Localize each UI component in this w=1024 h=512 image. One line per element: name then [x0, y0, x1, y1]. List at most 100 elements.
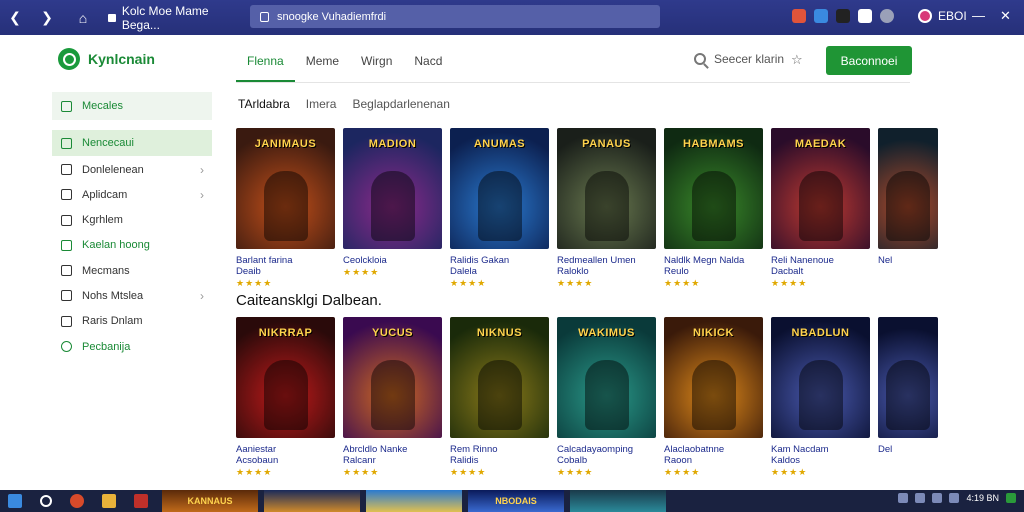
- game-cover-image[interactable]: PANAUS: [557, 128, 656, 249]
- sidebar-item-5[interactable]: Kgrhlem: [52, 208, 212, 233]
- game-cover-image[interactable]: WAKIMUS: [557, 317, 656, 438]
- browser-app-icon[interactable]: [70, 494, 84, 508]
- search-icon[interactable]: [40, 495, 52, 507]
- start-icon[interactable]: [8, 494, 22, 508]
- game-title[interactable]: Ceolckloia: [343, 255, 442, 266]
- lock-icon: [260, 11, 269, 22]
- game-title[interactable]: Nel: [878, 255, 938, 266]
- game-title[interactable]: Del: [878, 444, 938, 455]
- minimize-icon[interactable]: —: [972, 8, 985, 23]
- store-app-icon[interactable]: [134, 494, 148, 508]
- game-card[interactable]: MAEDAK Reli Nanenoue Dacbalt ★★★★: [771, 128, 870, 289]
- game-title[interactable]: Calcadayaomping: [557, 444, 656, 455]
- game-cover-image[interactable]: ANUMAS: [450, 128, 549, 249]
- game-cover-image[interactable]: YUCUS: [343, 317, 442, 438]
- address-bar[interactable]: snoogke Vuhadiemfrdi: [250, 5, 660, 28]
- game-cover-image[interactable]: HABMAMS: [664, 128, 763, 249]
- game-cover-image[interactable]: JANIMAUS: [236, 128, 335, 249]
- game-title[interactable]: Naldlk Megn Nalda: [664, 255, 763, 266]
- sidebar-item-2[interactable]: Nencecaui: [52, 130, 212, 156]
- system-tray: 4:19 BN: [898, 493, 1016, 503]
- game-cover-image[interactable]: [878, 128, 938, 249]
- game-publisher: Ralidis: [450, 455, 479, 466]
- browser-tab[interactable]: Kolc Moe Mame Bega...: [108, 4, 248, 32]
- subnav-tab-3[interactable]: Beglapdarlenenan: [352, 97, 449, 111]
- extension-icon[interactable]: [814, 9, 828, 23]
- tray-icon[interactable]: [915, 493, 926, 503]
- primary-cta-button[interactable]: Baconnoei: [826, 46, 912, 75]
- game-title[interactable]: Ralidis Gakan: [450, 255, 549, 266]
- extension-icon[interactable]: [858, 9, 872, 23]
- game-card[interactable]: JANIMAUS Barlant farina Deaib ★★★★: [236, 128, 335, 289]
- game-card[interactable]: NIKNUS Rem Rinno Ralidis ★★★★: [450, 317, 549, 478]
- game-title[interactable]: Reli Nanenoue: [771, 255, 870, 266]
- chevron-right-icon: ›: [200, 187, 204, 202]
- sidebar-item-7[interactable]: Mecmans: [52, 258, 212, 283]
- game-row-featured: JANIMAUS Barlant farina Deaib ★★★★ MADION Ceo…: [236, 128, 938, 289]
- volume-icon[interactable]: [949, 493, 960, 503]
- game-card[interactable]: Nel: [878, 128, 938, 289]
- nav-tab-3[interactable]: Wirgn: [350, 48, 403, 82]
- game-card[interactable]: WAKIMUS Calcadayaomping Cobalb ★★★★: [557, 317, 656, 478]
- wifi-icon[interactable]: [932, 493, 943, 503]
- nav-tab-1[interactable]: Flenna: [236, 48, 295, 82]
- game-card[interactable]: Del: [878, 317, 938, 478]
- search-button[interactable]: Seecer klarin: [694, 52, 784, 66]
- game-title[interactable]: Kam Nacdam: [771, 444, 870, 455]
- game-card[interactable]: NBADLUN Kam Nacdam Kaldos ★★★★: [771, 317, 870, 478]
- game-cover-image[interactable]: NIKRRAP: [236, 317, 335, 438]
- extension-icon[interactable]: [836, 9, 850, 23]
- sidebar-item-4[interactable]: Aplidcam ›: [52, 182, 212, 207]
- game-cover-image[interactable]: NIKNUS: [450, 317, 549, 438]
- game-title[interactable]: Rem Rinno: [450, 444, 549, 455]
- extensions: [792, 9, 894, 23]
- game-title[interactable]: Aaniestar: [236, 444, 335, 455]
- game-publisher: Acsobaun: [236, 455, 279, 466]
- taskbar-thumbnail[interactable]: [570, 490, 666, 512]
- forward-icon[interactable]: ❯: [36, 7, 58, 29]
- game-title[interactable]: Redmeallen Umen: [557, 255, 656, 266]
- game-cover-image[interactable]: NIKICK: [664, 317, 763, 438]
- game-title[interactable]: Abrcldlo Nanke: [343, 444, 442, 455]
- sidebar-item-3[interactable]: Donlelenean ›: [52, 157, 212, 182]
- game-card[interactable]: NIKICK Alaclaobatnne Raoon ★★★★: [664, 317, 763, 478]
- extension-icon[interactable]: [880, 9, 894, 23]
- pin-icon[interactable]: ☆: [791, 52, 803, 68]
- subnav-tab-2[interactable]: Imera: [306, 97, 337, 111]
- game-card[interactable]: HABMAMS Naldlk Megn Nalda Reulo ★★★★: [664, 128, 763, 289]
- notification-icon[interactable]: [1006, 493, 1016, 503]
- game-cover-image[interactable]: MAEDAK: [771, 128, 870, 249]
- taskbar-thumbnail[interactable]: [264, 490, 360, 512]
- taskbar-thumbnail[interactable]: [366, 490, 462, 512]
- sidebar-item-1[interactable]: Mecales: [52, 92, 212, 120]
- game-card[interactable]: PANAUS Redmeallen Umen Raloklo ★★★★: [557, 128, 656, 289]
- home-icon[interactable]: ⌂: [72, 7, 94, 29]
- back-icon[interactable]: ❮: [4, 7, 26, 29]
- nav-tab-4[interactable]: Nacd: [403, 48, 453, 82]
- taskbar-thumbnail[interactable]: KANNAUS: [162, 490, 258, 512]
- taskbar-thumbnail[interactable]: NBODAIS: [468, 490, 564, 512]
- game-cover-image[interactable]: [878, 317, 938, 438]
- site-logo[interactable]: Kynlcnain: [58, 48, 155, 70]
- game-cover-image[interactable]: MADION: [343, 128, 442, 249]
- nav-tab-2[interactable]: Meme: [295, 48, 350, 82]
- game-card[interactable]: ANUMAS Ralidis Gakan Dalela ★★★★: [450, 128, 549, 289]
- rating-stars: ★★★★: [343, 467, 380, 477]
- game-title[interactable]: Alaclaobatnne: [664, 444, 763, 455]
- folder-app-icon[interactable]: [102, 494, 116, 508]
- game-card[interactable]: YUCUS Abrcldlo Nanke Ralcanr ★★★★: [343, 317, 442, 478]
- extension-icon[interactable]: [792, 9, 806, 23]
- sidebar-item-8[interactable]: Nohs Mtslea ›: [52, 283, 212, 308]
- game-cover-image[interactable]: NBADLUN: [771, 317, 870, 438]
- game-card[interactable]: NIKRRAP Aaniestar Acsobaun ★★★★: [236, 317, 335, 478]
- tray-icon[interactable]: [898, 493, 909, 503]
- sidebar-item-9[interactable]: Raris Dnlam: [52, 309, 212, 334]
- game-card[interactable]: MADION Ceolckloia ★★★★: [343, 128, 442, 289]
- sidebar-item-10[interactable]: Pecbanija: [52, 334, 212, 359]
- game-title[interactable]: Barlant farina: [236, 255, 335, 266]
- sidebar-item-label: Aplidcam: [82, 188, 128, 201]
- subnav-tab-1[interactable]: TArldabra: [238, 97, 290, 111]
- profile-button[interactable]: EBOI: [918, 9, 967, 23]
- close-icon[interactable]: ✕: [1000, 8, 1011, 24]
- sidebar-item-6[interactable]: Kaelan hoong: [52, 233, 212, 258]
